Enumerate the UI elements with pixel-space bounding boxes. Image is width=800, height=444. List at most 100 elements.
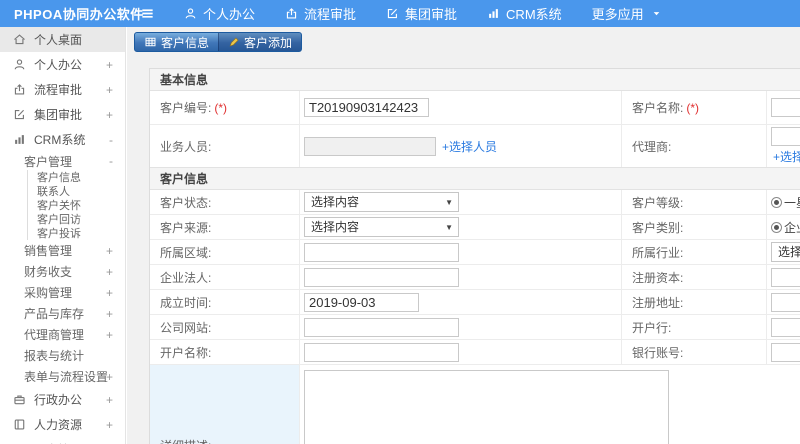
topbar: PHPOA协同办公软件 个人办公 流程审批 集团审批 CRM系统 更多应用 [0, 0, 800, 27]
sidebar-item-customer-care[interactable]: 客户关怀 [27, 198, 125, 212]
expand-toggle[interactable]: + [106, 108, 113, 122]
radio-icon[interactable] [771, 196, 782, 208]
detail-desc-textarea[interactable] [304, 370, 669, 444]
registered-address-input[interactable] [771, 292, 800, 312]
sidebar-item-customer-info[interactable]: 客户信息 [27, 170, 125, 184]
sidebar-item-finance[interactable]: 财务收支 + [0, 261, 125, 282]
expand-toggle[interactable]: + [106, 393, 113, 407]
expand-toggle[interactable]: + [106, 83, 113, 97]
field-label-customer-status: 客户状态: [150, 190, 300, 214]
sidebar-item-label: CRM系统 [34, 133, 86, 147]
sidebar-item-personal-office[interactable]: 个人办公 + [0, 52, 125, 77]
sidebar-item-label: 产品与库存 [24, 307, 85, 321]
sidebar: 个人桌面 个人办公 + 流程审批 + 集团审批 + CRM系统 - 客户管理 - 客户信息 联系人 客户关… [0, 27, 126, 444]
choose-link-salesperson[interactable]: +选择人员 [442, 138, 497, 155]
sidebar-item-label: 个人办公 [34, 58, 83, 72]
customer-name-input[interactable] [771, 98, 800, 117]
sidebar-item-customer-visit[interactable]: 客户回访 [27, 212, 125, 226]
field-label-founded-date: 成立时间: [150, 290, 300, 314]
field-label-account-name: 开户名称: [150, 340, 300, 364]
field-label-detail-desc: 详细描述: [150, 365, 300, 444]
website-input[interactable] [304, 317, 459, 337]
expand-toggle[interactable]: - [109, 154, 113, 168]
chart-icon [13, 133, 26, 146]
customer-no-input[interactable] [304, 98, 429, 117]
radio-icon[interactable] [771, 221, 782, 233]
legal-person-input[interactable] [304, 267, 459, 287]
hamburger-menu-icon[interactable] [132, 6, 162, 21]
expand-toggle[interactable]: + [106, 370, 113, 384]
customer-status-select[interactable]: 选择内容 [304, 192, 459, 212]
field-label-text: 客户等级: [632, 195, 684, 210]
expand-toggle[interactable]: + [106, 307, 113, 321]
choose-link-agent[interactable]: +选择代理商 [773, 148, 800, 165]
caret-down-icon [652, 9, 661, 18]
salesperson-input[interactable] [304, 136, 436, 156]
registered-capital-input[interactable] [771, 267, 800, 287]
tab-customer-info[interactable]: 客户信息 [135, 33, 218, 51]
expand-toggle[interactable]: + [106, 265, 113, 279]
sidebar-item-purchase-management[interactable]: 采购管理 + [0, 282, 125, 303]
agent-input[interactable] [771, 127, 800, 146]
sidebar-item-group-approval[interactable]: 集团审批 + [0, 102, 125, 127]
field-label-text: 客户类别: [632, 220, 684, 235]
form-row: 企业法人: 注册资本: [150, 265, 800, 290]
topbar-menu-crm-system[interactable]: CRM系统 [487, 4, 562, 23]
founded-date-input[interactable] [304, 292, 419, 312]
sidebar-item-human-resources[interactable]: 人力资源 + [0, 412, 125, 437]
expand-toggle[interactable]: + [106, 244, 113, 258]
expand-toggle[interactable]: + [106, 418, 113, 432]
sidebar-item-label: 行政办公 [34, 393, 83, 407]
topbar-menu-workflow-approval[interactable]: 流程审批 [285, 4, 356, 23]
sidebar-item-reports-statistics[interactable]: 报表与统计 [0, 345, 125, 366]
topbar-menu-group-approval[interactable]: 集团审批 [386, 4, 457, 23]
topbar-menu-label: 流程审批 [304, 7, 357, 22]
field-cell-bank-account [767, 340, 800, 364]
sidebar-item-sales-management[interactable]: 销售管理 + [0, 240, 125, 261]
topbar-menu-label: 集团审批 [405, 7, 458, 22]
expand-toggle[interactable]: - [109, 133, 113, 147]
industry-select[interactable]: 选择内容 [771, 242, 800, 262]
sidebar-item-agent-management[interactable]: 代理商管理 + [0, 324, 125, 345]
field-label-text: 企业法人: [160, 270, 212, 285]
sidebar-item-admin-office[interactable]: 行政办公 + [0, 387, 125, 412]
customer-source-select[interactable]: 选择内容 [304, 217, 459, 237]
sidebar-item-form-workflow-settings[interactable]: 表单与流程设置 + [0, 366, 125, 387]
customer-level-radio-option[interactable]: 一星 [771, 194, 800, 211]
field-label-legal-person: 企业法人: [150, 265, 300, 289]
field-label-text: 业务人员: [160, 139, 212, 154]
expand-toggle[interactable]: + [106, 58, 113, 72]
app-logo: PHPOA协同办公软件 [14, 7, 144, 22]
expand-toggle[interactable]: + [106, 328, 113, 342]
sidebar-item-document-management[interactable]: 公文管理+ [0, 437, 125, 444]
topbar-menu-more-apps[interactable]: 更多应用 [592, 4, 661, 23]
sidebar-item-crm-system[interactable]: CRM系统 - [0, 127, 125, 152]
person-icon [13, 58, 26, 71]
field-label-text: 客户状态: [160, 195, 212, 210]
customer-type-radio-option[interactable]: 企业客户 [771, 219, 800, 236]
field-label-customer-type: 客户类别: [622, 215, 767, 239]
sidebar-item-personal-desktop[interactable]: 个人桌面 [0, 27, 125, 52]
bank-input[interactable] [771, 317, 800, 337]
sidebar-item-customer-management[interactable]: 客户管理 - [0, 152, 125, 170]
account-name-input[interactable] [304, 342, 459, 362]
briefcase-icon [13, 393, 26, 406]
sidebar-item-product-inventory[interactable]: 产品与库存 + [0, 303, 125, 324]
field-label-text: 开户行: [632, 320, 672, 335]
sidebar-item-customer-complaint[interactable]: 客户投诉 [27, 226, 125, 240]
bank-account-input[interactable] [771, 342, 800, 362]
form-row: 客户编号:(*)客户名称:(*) [150, 91, 800, 125]
region-input[interactable] [304, 242, 459, 262]
expand-toggle[interactable]: + [106, 286, 113, 300]
sidebar-item-workflow-approval[interactable]: 流程审批 + [0, 77, 125, 102]
pencil-icon [228, 36, 240, 48]
field-label-registered-address: 注册地址: [622, 290, 767, 314]
customer-form-panel: 基本信息客户编号:(*)客户名称:(*)业务人员:+选择人员代理商:+选择代理商… [149, 68, 800, 444]
field-cell-salesperson: +选择人员 [300, 125, 622, 167]
sidebar-item-contacts[interactable]: 联系人 [27, 184, 125, 198]
field-label-registered-capital: 注册资本: [622, 265, 767, 289]
edit-icon [13, 108, 26, 121]
tab-customer-add[interactable]: 客户添加 [218, 33, 302, 51]
field-label-text: 所属行业: [632, 245, 684, 260]
topbar-menu-personal-office[interactable]: 个人办公 [184, 4, 255, 23]
